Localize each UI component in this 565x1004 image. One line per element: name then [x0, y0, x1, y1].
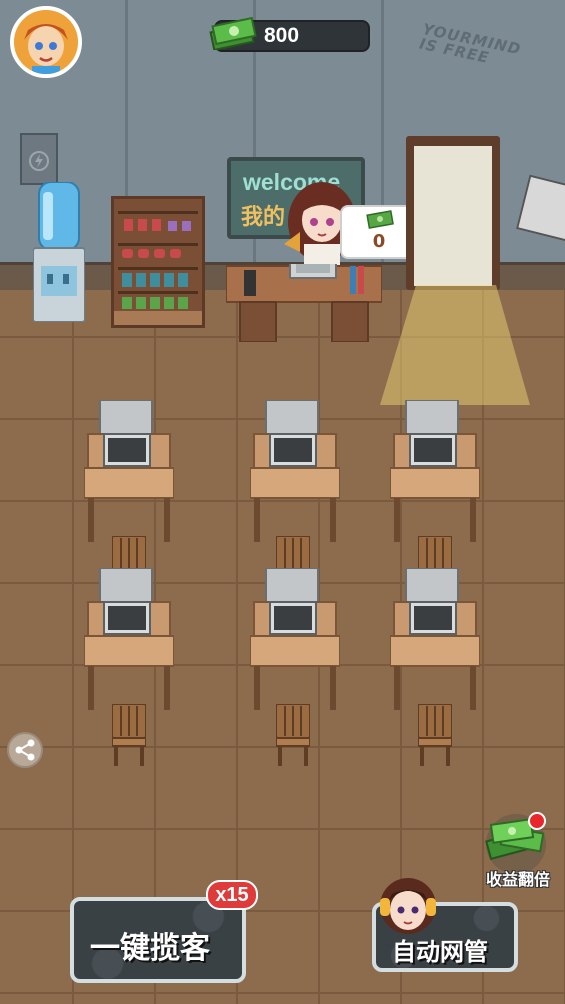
money-counter: 800 [209, 16, 370, 52]
cash-icon [366, 210, 394, 229]
money-value: 800 [264, 24, 300, 47]
attract-customers-label: 一键揽客 [90, 931, 210, 966]
chair [276, 704, 310, 766]
double-income-label: 收益翻倍 [485, 870, 550, 889]
computer-station[interactable] [250, 568, 340, 718]
cash-stack-icon [209, 16, 257, 50]
player-avatar-icon [14, 10, 78, 74]
share-button[interactable] [7, 732, 43, 768]
chair [418, 704, 452, 766]
welcome-subtext: 我的 [241, 205, 286, 230]
water-cooler [33, 182, 85, 322]
power-outlet [20, 133, 58, 185]
player-avatar[interactable] [10, 6, 82, 78]
attract-count-badge: x15 [206, 880, 258, 910]
manager-avatar-icon [380, 878, 436, 934]
money-pile-icon [485, 814, 546, 874]
share-icon [15, 739, 35, 761]
computer-station[interactable] [390, 400, 480, 550]
computer-station[interactable] [84, 400, 174, 550]
notification-dot [528, 812, 546, 830]
counter-income-value: 0 [372, 231, 386, 252]
computer-station[interactable] [390, 568, 480, 718]
snack-shelf [111, 196, 205, 328]
entrance-door [406, 136, 500, 290]
computer-station[interactable] [250, 400, 340, 550]
double-income-button[interactable]: 收益翻倍 [478, 812, 558, 889]
door-light-beam [380, 285, 530, 405]
computer-station[interactable] [84, 568, 174, 718]
chair [112, 704, 146, 766]
shelf-items [114, 211, 202, 325]
lightning-icon [29, 151, 49, 171]
front-desk [226, 264, 382, 342]
